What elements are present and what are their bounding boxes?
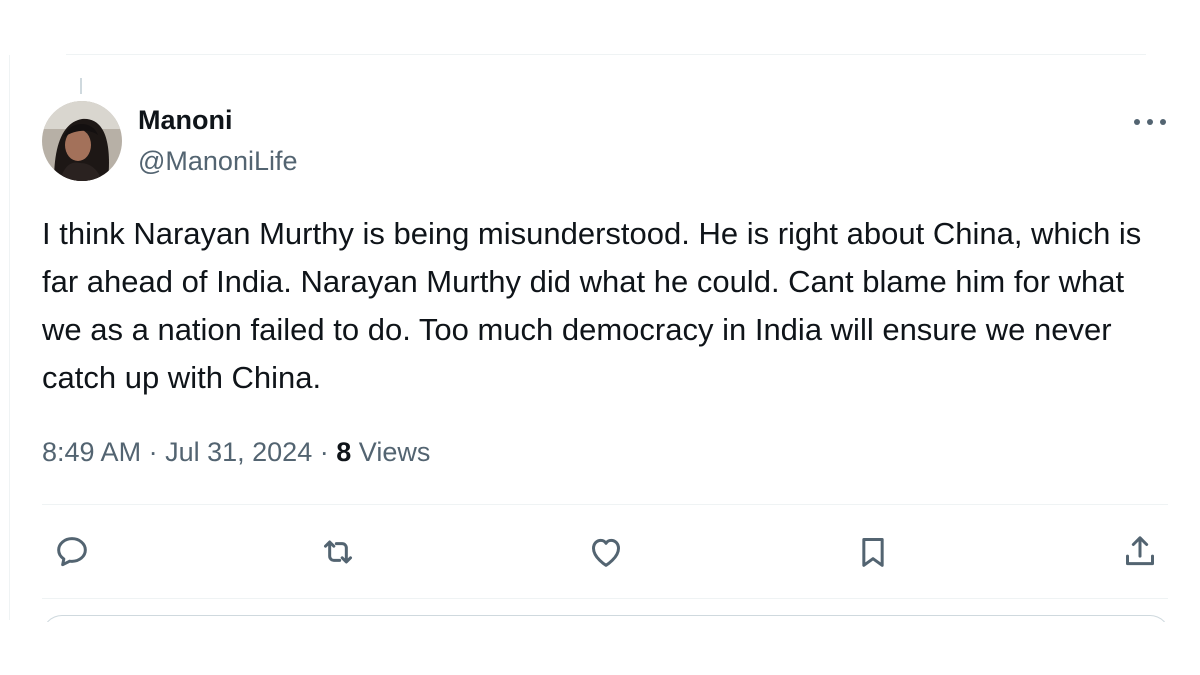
share-button[interactable] — [1118, 530, 1162, 574]
heart-icon — [592, 538, 620, 567]
more-button[interactable] — [1128, 108, 1172, 136]
like-button[interactable] — [584, 530, 628, 574]
actions-top-divider — [42, 504, 1168, 505]
author-handle[interactable]: @ManoniLife — [138, 144, 298, 178]
tweet-date[interactable]: Jul 31, 2024 — [165, 437, 312, 467]
tweet-text: I think Narayan Murthy is being misunder… — [42, 216, 1142, 395]
avatar[interactable] — [42, 101, 122, 181]
actions-bottom-divider — [42, 598, 1168, 599]
author-display-name[interactable]: Manoni — [138, 103, 233, 137]
tweet-time[interactable]: 8:49 AM — [42, 437, 141, 467]
bookmark-icon — [862, 538, 884, 567]
retweet-button[interactable] — [316, 530, 360, 574]
share-icon — [1126, 536, 1154, 566]
top-divider — [66, 54, 1146, 55]
more-horizontal-icon — [1134, 119, 1166, 125]
meta-separator: · — [319, 437, 329, 467]
views-label: Views — [358, 437, 431, 467]
reply-icon — [57, 537, 87, 567]
bookmark-button[interactable] — [851, 530, 895, 574]
avatar-image — [42, 101, 122, 181]
meta-separator: · — [148, 437, 158, 467]
reply-button[interactable] — [50, 530, 94, 574]
bottom-blank-area — [0, 622, 1200, 675]
retweet-icon — [324, 540, 352, 564]
left-border — [9, 55, 10, 620]
tweet-meta: 8:49 AM · Jul 31, 2024 · 8 Views — [42, 432, 430, 472]
views-count: 8 — [336, 437, 352, 467]
tweet-page: Manoni @ManoniLife I think Narayan Murth… — [0, 0, 1200, 675]
thread-connector — [80, 78, 82, 94]
